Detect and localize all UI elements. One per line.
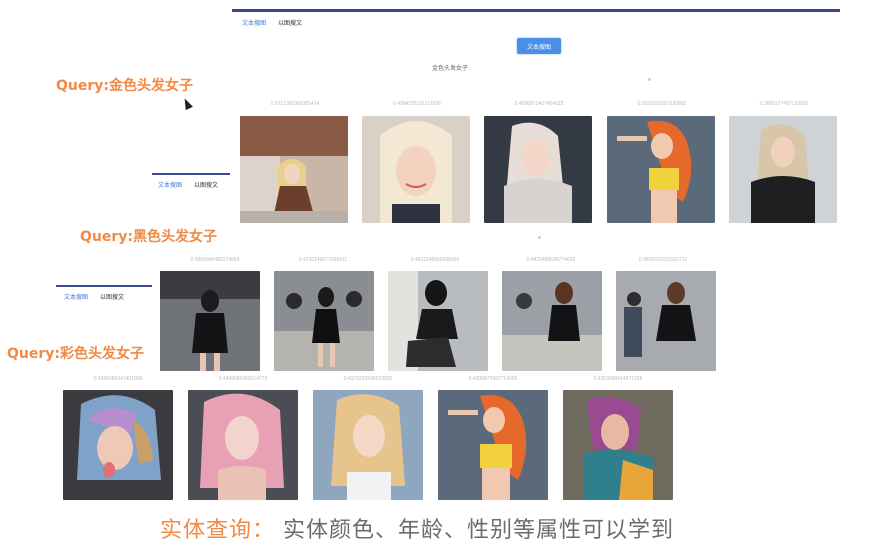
panel3-tab-bar: 文本搜图 以图搜文 [64, 292, 124, 301]
result-image-blonde-2[interactable] [362, 116, 470, 223]
query-label-1: Query:金色头发女子 [56, 78, 193, 94]
search-button[interactable]: 文本搜图 [517, 38, 561, 54]
result-image-blonde-1[interactable] [240, 116, 348, 223]
panel1-tab-text-to-image[interactable]: 文本搜图 [242, 18, 266, 27]
image-id: 0.4601148666688966 [410, 257, 460, 263]
mouse-cursor-icon [181, 96, 193, 111]
slide-caption: 实体查询： 实体颜色、年龄、性别等属性可以学到 [160, 512, 674, 544]
result-image-black-hair-3[interactable] [388, 271, 488, 371]
result-image-colorful-hair-1[interactable] [63, 390, 173, 500]
result-image-blonde-4[interactable] [729, 116, 837, 223]
panel3-tab-image-to-text[interactable]: 以图搜文 [100, 292, 124, 301]
panel3-top-border [56, 285, 152, 287]
caption-body: 实体颜色、年龄、性别等属性可以学到 [283, 518, 675, 543]
image-id: 0.4994375151117096 [393, 101, 441, 107]
loading-dot [648, 78, 651, 81]
image-id: 0.4339873997714993 [468, 376, 518, 382]
result-image-black-hair-2[interactable] [274, 271, 374, 371]
image-id: 0.9712393366381414 [270, 101, 320, 107]
image-id: 0.4499986456014779 [218, 376, 268, 382]
result-image-black-hair-5[interactable] [616, 271, 716, 371]
image-id: 0.4363689414971938 [593, 376, 643, 382]
image-id: 0.3600177497133922 [759, 101, 809, 107]
image-id: 0.4379223696633002 [343, 376, 393, 382]
image-id: 0.4996871407454923 [514, 101, 564, 107]
caption-highlight: 实体查询 [160, 518, 253, 543]
result-image-colorful-hair-4[interactable] [563, 390, 673, 500]
image-id: 0.4429488596774626 [526, 257, 576, 263]
panel2-tab-image-to-text[interactable]: 以图搜文 [194, 180, 218, 189]
result-image-orange-hair-1[interactable] [607, 116, 715, 223]
result-image-black-hair-4[interactable] [502, 271, 602, 371]
result-image-orange-hair-2[interactable] [438, 390, 548, 500]
panel1-top-border [232, 9, 840, 12]
result-image-colorful-hair-3[interactable] [313, 390, 423, 500]
image-id: 0.4994340482274954 [190, 257, 240, 263]
image-id: 0.4366686347491008 [93, 376, 143, 382]
panel1-tab-image-to-text[interactable]: 以图搜文 [278, 18, 302, 27]
query-label-3: Query:彩色头发女子 [7, 346, 144, 362]
image-id: 0.4710148077599411 [298, 257, 348, 263]
panel2-top-border [152, 173, 230, 175]
loading-dot [538, 236, 541, 239]
result-image-blonde-3[interactable] [484, 116, 592, 223]
query-label-2: Query:黑色头发女子 [80, 229, 217, 245]
panel3-tab-text-to-image[interactable]: 文本搜图 [64, 292, 88, 301]
image-id: 0.9323231507230892 [637, 101, 687, 107]
image-id: 0.4600320153921711 [638, 257, 688, 263]
query-echo-text: 金色头发女子 [431, 66, 468, 72]
panel2-tab-bar: 文本搜图 以图搜文 [158, 180, 218, 189]
panel2-tab-text-to-image[interactable]: 文本搜图 [158, 180, 182, 189]
result-image-black-hair-1[interactable] [160, 271, 260, 371]
result-image-colorful-hair-2[interactable] [188, 390, 298, 500]
panel1-tab-bar: 文本搜图 以图搜文 [242, 18, 302, 27]
caption-separator: ： [252, 518, 276, 543]
